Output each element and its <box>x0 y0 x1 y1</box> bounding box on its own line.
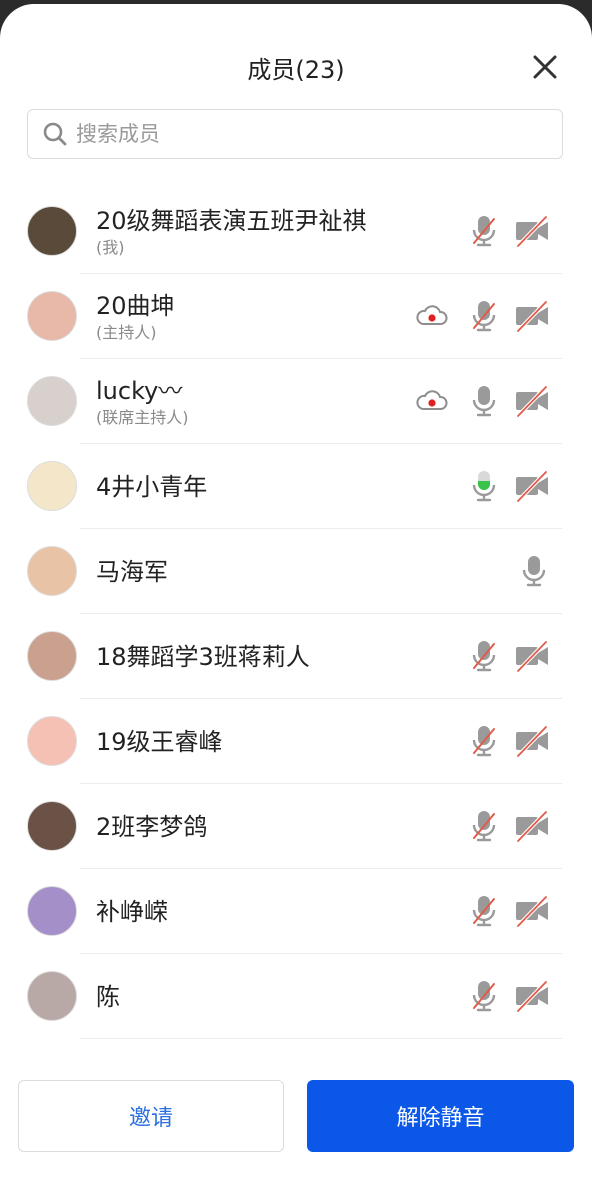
member-name: 4井小青年 <box>96 472 208 501</box>
search-input[interactable] <box>74 121 518 147</box>
member-row[interactable]: 补峥嵘 <box>0 869 592 954</box>
avatar <box>27 376 77 426</box>
camera-off-icon <box>516 385 548 418</box>
member-name: 补峥嵘 <box>96 897 168 926</box>
divider <box>80 1038 562 1039</box>
mic-muted-icon <box>472 301 496 332</box>
unmute-button[interactable]: 解除静音 <box>307 1080 574 1152</box>
member-row[interactable]: 马海军 <box>0 529 592 614</box>
member-row[interactable]: 2班李梦鸽 <box>0 784 592 869</box>
close-icon[interactable] <box>532 54 558 80</box>
member-name: 19级王睿峰 <box>96 727 223 756</box>
mic-muted-icon <box>472 641 496 672</box>
avatar <box>27 206 77 256</box>
avatar <box>27 801 77 851</box>
member-list: 20级舞蹈表演五班尹祉祺 (我) 20曲坤 (主持人) lucky〰 (联席主持人) 4井小… <box>0 189 592 1039</box>
member-name: 18舞蹈学3班蒋莉人 <box>96 642 310 671</box>
member-row[interactable]: 4井小青年 <box>0 444 592 529</box>
avatar <box>27 631 77 681</box>
member-name: lucky〰 <box>96 376 183 405</box>
mic-muted-icon <box>472 216 496 247</box>
member-row[interactable]: 20曲坤 (主持人) <box>0 274 592 359</box>
avatar <box>27 886 77 936</box>
avatar <box>27 546 77 596</box>
camera-off-icon <box>516 300 548 333</box>
member-row[interactable]: 18舞蹈学3班蒋莉人 <box>0 614 592 699</box>
mic-muted-icon <box>472 981 496 1012</box>
search-icon <box>43 122 67 146</box>
camera-off-icon <box>516 725 548 758</box>
mic-muted-icon <box>472 811 496 842</box>
camera-off-icon <box>516 215 548 248</box>
footer-bar: 邀请 解除静音 <box>0 1080 592 1154</box>
member-name: 马海军 <box>96 557 168 586</box>
member-row[interactable]: lucky〰 (联席主持人) <box>0 359 592 444</box>
member-role: (主持人) <box>96 322 157 342</box>
mic-muted-icon <box>472 896 496 927</box>
member-row[interactable]: 20级舞蹈表演五班尹祉祺 (我) <box>0 189 592 274</box>
avatar <box>27 461 77 511</box>
mic-muted-icon <box>472 726 496 757</box>
mic-icon <box>472 386 496 417</box>
member-name: 20级舞蹈表演五班尹祉祺 <box>96 206 367 235</box>
camera-off-icon <box>516 810 548 843</box>
avatar <box>27 971 77 1021</box>
member-row[interactable]: 19级王睿峰 <box>0 699 592 784</box>
panel-title: 成员(23) <box>247 56 345 84</box>
avatar <box>27 291 77 341</box>
camera-off-icon <box>516 640 548 673</box>
invite-button[interactable]: 邀请 <box>18 1080 284 1152</box>
members-panel: 成员(23) 20级舞蹈表演五班尹祉祺(我)20曲坤(主持人)lucky〰(联席… <box>0 4 592 1192</box>
member-name: 20曲坤 <box>96 291 175 320</box>
cloud-record-icon <box>416 390 448 410</box>
member-role: (联席主持人) <box>96 407 189 427</box>
member-name: 2班李梦鸽 <box>96 812 208 841</box>
member-role: (我) <box>96 237 125 257</box>
mic-icon <box>472 471 496 502</box>
camera-off-icon <box>516 980 548 1013</box>
camera-off-icon <box>516 470 548 503</box>
camera-off-icon <box>516 895 548 928</box>
member-name: 陈 <box>96 982 120 1011</box>
mic-icon <box>522 556 546 587</box>
search-box[interactable] <box>27 109 563 159</box>
avatar <box>27 716 77 766</box>
cloud-record-icon <box>416 305 448 325</box>
member-row[interactable]: 陈 <box>0 954 592 1039</box>
